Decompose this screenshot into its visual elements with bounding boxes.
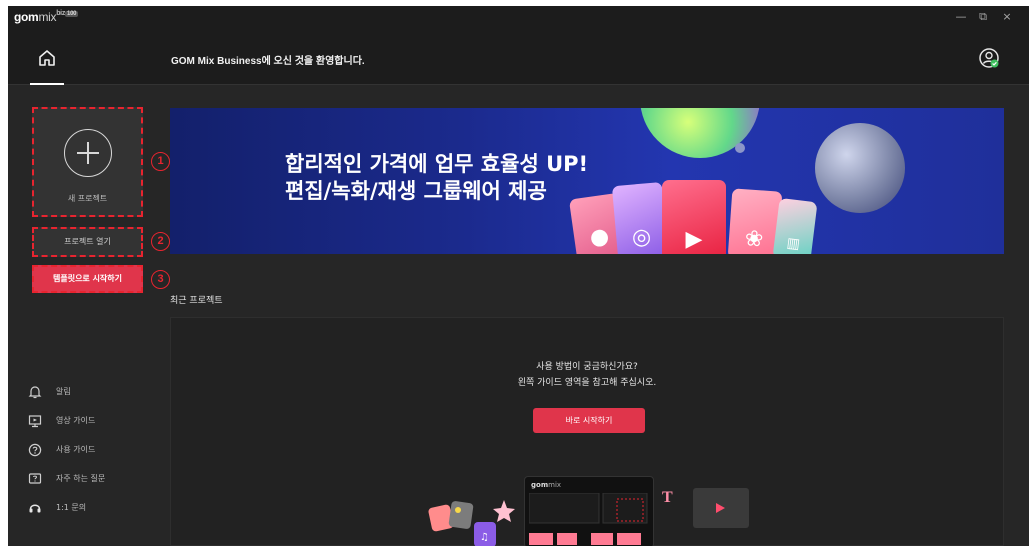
home-icon — [39, 50, 55, 66]
marker-3: 3 — [151, 270, 170, 289]
sidebar-item-label: 자주 하는 질문 — [56, 473, 106, 483]
sidebar-item-notifications[interactable]: 알림 — [28, 383, 71, 399]
mic-icon: ● — [588, 223, 611, 252]
illustration-video-preview — [693, 488, 749, 528]
logo-tag: 100 — [65, 11, 79, 17]
marker-1: 1 — [151, 152, 170, 171]
app-window: gommixbiz 100 — ⧉ × GOM Mix Business에 오신 … — [8, 6, 1029, 546]
recent-projects-title: 최근 프로젝트 — [170, 296, 223, 306]
logo-gom: gom — [14, 10, 39, 24]
close-button[interactable]: × — [998, 10, 1016, 23]
sidebar-item-label: 사용 가이드 — [56, 444, 96, 454]
sidebar-item-video-guide[interactable]: 영상 가이드 — [28, 412, 95, 428]
start-with-template-button[interactable]: 템플릿으로 시작하기 — [32, 265, 143, 293]
sidebar-item-label: 알림 — [56, 386, 71, 396]
headset-icon — [28, 500, 42, 514]
banner-subheadline: 편집/녹화/재생 그룹웨어 제공 — [285, 179, 547, 203]
help-question: 사용 방법이 궁금하신가요? — [536, 362, 638, 372]
marker-2: 2 — [151, 232, 170, 251]
app-logo: gommixbiz 100 — [14, 10, 79, 24]
monitor-icon — [28, 413, 42, 428]
help-hint: 왼쪽 가이드 영역을 참고해 주십시오. — [517, 378, 657, 388]
promo-banner[interactable]: 합리적인 가격에 업무 효율성 UP! 편집/녹화/재생 그룹웨어 제공 ● ◎… — [170, 108, 1004, 254]
illustration-timeline — [529, 493, 648, 545]
grid-icon: ▥ — [785, 235, 801, 253]
new-project-button[interactable]: 새 프로젝트 — [32, 107, 143, 217]
play-icon: ▶ — [685, 227, 703, 252]
illustration-media-icons: ♫ — [428, 500, 515, 546]
banner-headline: 합리적인 가격에 업무 효율성 UP! — [285, 152, 589, 176]
camera-icon: ◎ — [630, 224, 653, 251]
start-now-button[interactable]: 바로 시작하기 — [533, 408, 645, 433]
bell-icon — [28, 384, 42, 399]
sidebar-item-label: 영상 가이드 — [56, 415, 96, 425]
sidebar-item-label: 1:1 문의 — [56, 502, 87, 512]
sidebar-item-faq[interactable]: 자주 하는 질문 — [28, 470, 105, 486]
title-bar: gommixbiz 100 — ⧉ × — [8, 6, 1029, 30]
help-circle-icon — [28, 442, 42, 457]
app-card-capture: ◎ — [611, 181, 669, 254]
home-tab-indicator — [30, 83, 64, 85]
illustration-logo: gommix — [531, 481, 562, 489]
logo-biz: biz — [56, 10, 66, 17]
svg-text:T: T — [662, 489, 673, 506]
account-button[interactable] — [978, 47, 1000, 69]
logo-mix: mix — [38, 10, 57, 24]
recent-projects-panel: 사용 방법이 궁금하신가요? 왼쪽 가이드 영역을 참고해 주십시오. 바로 시… — [170, 317, 1004, 546]
decorative-dot — [735, 143, 745, 153]
app-card-studio: ▥ — [772, 197, 818, 254]
plus-icon — [64, 129, 112, 177]
open-project-button[interactable]: 프로젝트 열기 — [32, 227, 143, 257]
header-bar: GOM Mix Business에 오신 것을 환영합니다. — [8, 30, 1029, 85]
illustration-editor-screen: gommix — [524, 476, 654, 546]
welcome-text: GOM Mix Business에 오신 것을 환영합니다. — [171, 56, 365, 67]
decorative-orb — [815, 123, 905, 213]
user-account-icon — [979, 48, 999, 68]
home-tab[interactable] — [30, 42, 64, 85]
sidebar-item-inquiry[interactable]: 1:1 문의 — [28, 499, 86, 515]
svg-text:♫: ♫ — [480, 532, 489, 543]
new-project-label: 새 프로젝트 — [67, 194, 108, 203]
faq-icon — [28, 471, 42, 485]
minimize-button[interactable]: — — [952, 10, 970, 23]
play-icon — [716, 503, 725, 513]
text-tool-icon: T — [662, 489, 673, 506]
sidebar-item-user-guide[interactable]: 사용 가이드 — [28, 441, 95, 457]
app-card-mix: ▶ — [662, 180, 726, 254]
paw-icon: ❀ — [743, 226, 765, 253]
restore-button[interactable]: ⧉ — [974, 10, 992, 24]
